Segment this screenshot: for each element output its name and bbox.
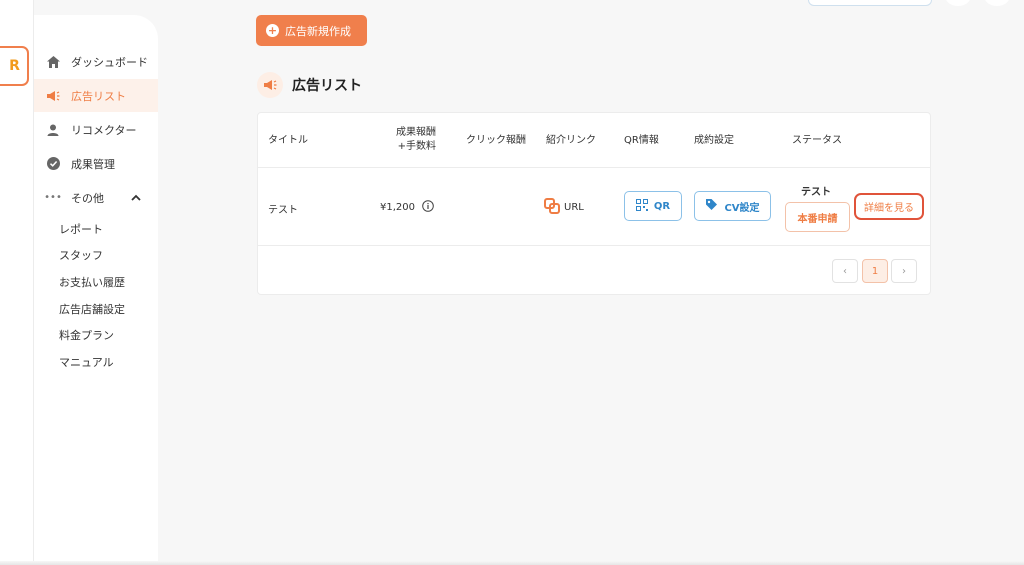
column-header-title: タイトル xyxy=(268,135,308,146)
column-header-conversion-settings: 成約設定 xyxy=(694,135,734,146)
header-icon-button[interactable] xyxy=(945,0,971,6)
cell-title: テスト xyxy=(268,205,298,216)
sidebar-item-label: その他 xyxy=(71,191,104,205)
check-circle-icon xyxy=(46,157,60,171)
sidebar-item-results[interactable]: 成果管理 xyxy=(34,147,158,180)
link-copy-icon xyxy=(544,198,560,217)
reward-value: ¥1,200 xyxy=(380,202,415,213)
referral-link-label: URL xyxy=(564,202,584,213)
cell-reward: ¥1,200 xyxy=(380,200,434,215)
new-ad-button[interactable]: + 広告新規作成 xyxy=(256,15,367,46)
sidebar-subitem-payment-history[interactable]: お支払い履歴 xyxy=(59,274,125,290)
new-ad-label: 広告新規作成 xyxy=(285,24,351,38)
column-header-qr-info: QR情報 xyxy=(624,135,659,146)
sidebar-item-label: 成果管理 xyxy=(71,157,115,171)
qr-button[interactable]: QR xyxy=(624,191,682,221)
plus-icon: + xyxy=(266,24,279,37)
pagination-next-button[interactable]: › xyxy=(891,259,917,283)
column-header-reward-line2: +手数料 xyxy=(397,141,436,152)
logo-letter: R xyxy=(9,58,20,74)
column-header-reward: 成果報酬 +手数料 xyxy=(378,126,436,154)
sidebar-item-recommender[interactable]: リコメクター xyxy=(34,113,158,146)
sidebar-item-label: 広告リスト xyxy=(71,89,126,103)
page-header: 広告リスト xyxy=(257,72,362,98)
user-icon xyxy=(46,123,60,137)
qr-button-label: QR xyxy=(653,200,671,212)
sidebar-item-ad-list[interactable]: 広告リスト xyxy=(34,79,158,112)
info-icon[interactable] xyxy=(422,200,434,215)
referral-link[interactable]: URL xyxy=(544,198,584,217)
megaphone-icon xyxy=(257,72,283,98)
cv-settings-label: CV設定 xyxy=(724,202,760,214)
sidebar: ダッシュボード 広告リスト リコメクター 成果管理 ••• その他 レポート ス… xyxy=(34,15,158,565)
sidebar-subitem-report[interactable]: レポート xyxy=(59,221,103,237)
sidebar-item-other[interactable]: ••• その他 xyxy=(34,181,158,214)
column-header-referral-link: 紹介リンク xyxy=(546,135,596,146)
chevron-up-icon xyxy=(131,191,141,204)
ad-list-table: タイトル 成果報酬 +手数料 クリック報酬 紹介リンク QR情報 成約設定 ステ… xyxy=(257,112,931,295)
sidebar-subitem-store-settings[interactable]: 広告店舗設定 xyxy=(59,301,125,317)
column-header-click-reward: クリック報酬 xyxy=(466,135,526,146)
tag-icon xyxy=(705,198,718,214)
header-action-button[interactable] xyxy=(808,0,932,6)
sidebar-subitem-manual[interactable]: マニュアル xyxy=(59,354,114,370)
view-details-button[interactable]: 詳細を見る xyxy=(854,193,924,220)
column-header-reward-line1: 成果報酬 xyxy=(396,127,436,138)
cv-settings-button[interactable]: CV設定 xyxy=(694,191,771,221)
megaphone-icon xyxy=(46,89,60,103)
column-header-status: ステータス xyxy=(792,135,842,146)
sidebar-item-dashboard[interactable]: ダッシュボード xyxy=(34,45,158,78)
production-apply-button[interactable]: 本番申請 xyxy=(785,202,850,232)
pagination-page-1[interactable]: 1 xyxy=(862,259,888,283)
app-logo[interactable]: R xyxy=(0,46,29,86)
qr-code-icon xyxy=(635,198,648,214)
sidebar-item-label: リコメクター xyxy=(71,123,137,137)
more-dots-icon: ••• xyxy=(44,192,62,203)
page-title: 広告リスト xyxy=(292,78,362,94)
header-divider xyxy=(258,167,930,168)
home-icon xyxy=(46,55,60,69)
header-icon-button[interactable] xyxy=(984,0,1010,6)
sidebar-subitem-pricing-plan[interactable]: 料金プラン xyxy=(59,327,114,343)
bottom-edge xyxy=(0,561,1024,565)
sidebar-subitem-staff[interactable]: スタッフ xyxy=(59,247,103,263)
row-divider xyxy=(258,245,930,246)
status-text: テスト xyxy=(801,187,831,198)
pagination-prev-button[interactable]: ‹ xyxy=(832,259,858,283)
sidebar-item-label: ダッシュボード xyxy=(71,55,148,69)
